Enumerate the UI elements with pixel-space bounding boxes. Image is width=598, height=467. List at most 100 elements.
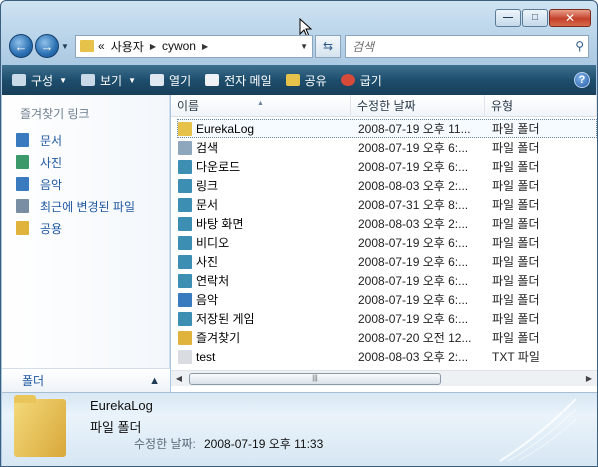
command-bar: 구성 ▼ 보기 ▼ 열기 전자 메일 공유 굽기 ? [2,65,596,95]
search-input[interactable]: 검색 ⚲ [345,34,589,58]
breadcrumb-arrow-icon[interactable]: ▶ [202,42,208,51]
burn-button[interactable]: 굽기 [340,72,382,89]
folders-toggle[interactable]: 폴더 ▲ [2,368,170,392]
favorite-public[interactable]: 공용 [16,217,135,239]
file-row[interactable]: 링크 2008-08-03 오후 2:... 파일 폴더 [177,176,597,195]
folder-icon [178,197,192,212]
file-date: 2008-07-19 오후 6:... [358,141,469,155]
folders-label: 폴더 [22,374,45,388]
file-row[interactable]: 연락처 2008-07-19 오후 6:... 파일 폴더 [177,271,597,290]
views-button[interactable]: 보기 ▼ [81,72,136,89]
folder-icon [80,40,94,52]
details-modified-label: 수정한 날짜: [134,437,196,451]
scroll-left-icon[interactable]: ◀ [171,371,187,387]
share-icon [285,74,300,86]
search-icon[interactable]: ⚲ [575,39,584,53]
favorite-documents[interactable]: 문서 [16,129,135,151]
breadcrumb-arrow-icon[interactable]: ▶ [150,42,156,51]
navigation-pane: 즐겨찾기 링크 문서 사진 음악 최근에 변경된 파일 공용 폴더 ▲ [2,95,170,392]
file-type: TXT 파일 [492,350,540,364]
forward-button[interactable]: → [35,34,59,58]
file-row[interactable]: test 2008-08-03 오후 2:... TXT 파일 [177,347,597,366]
file-date: 2008-07-19 오후 6:... [358,160,469,174]
email-button[interactable]: 전자 메일 [205,72,272,89]
help-button[interactable]: ? [574,72,590,88]
file-name: EurekaLog [196,121,255,136]
folder-icon [178,330,192,345]
column-name[interactable]: 이름 ▲ [171,95,351,117]
file-row[interactable]: 바탕 화면 2008-08-03 오후 2:... 파일 폴더 [177,214,597,233]
breadcrumb-cywon[interactable]: cywon [162,39,196,53]
favorite-label: 음악 [40,177,63,192]
back-button[interactable]: ← [9,34,33,58]
file-date: 2008-07-19 오후 6:... [358,236,469,250]
file-row[interactable]: 사진 2008-07-19 오후 6:... 파일 폴더 [177,252,597,271]
breadcrumb-overflow[interactable]: « [98,39,105,53]
address-dropdown-icon[interactable]: ▼ [300,42,308,51]
favorites-list: 문서 사진 음악 최근에 변경된 파일 공용 [16,129,135,239]
breadcrumb-users[interactable]: 사용자 [111,38,144,55]
file-date: 2008-07-19 오후 6:... [358,312,469,326]
organize-label: 구성 [31,73,54,88]
details-type: 파일 폴더 [90,420,142,435]
column-modified[interactable]: 수정한 날짜 [351,95,485,117]
file-row[interactable]: 다운로드 2008-07-19 오후 6:... 파일 폴더 [177,157,597,176]
favorite-label: 사진 [40,155,63,170]
file-date: 2008-07-19 오후 11... [358,122,471,136]
file-row[interactable]: 음악 2008-07-19 오후 6:... 파일 폴더 [177,290,597,309]
file-name-cell: 저장된 게임 [178,310,352,327]
favorite-music[interactable]: 음악 [16,173,135,195]
maximize-button[interactable]: □ [522,9,548,27]
file-row[interactable]: 저장된 게임 2008-07-19 오후 6:... 파일 폴더 [177,309,597,328]
close-button[interactable]: ✕ [549,9,591,27]
folder-icon [178,121,192,136]
refresh-button[interactable]: ⇆ [315,34,341,58]
file-type: 파일 폴더 [492,312,540,326]
favorite-label: 문서 [40,133,63,148]
documents-icon [16,133,29,147]
file-name-cell: 음악 [178,291,352,308]
file-name-cell: 연락처 [178,272,352,289]
favorite-pictures[interactable]: 사진 [16,151,135,173]
file-type: 파일 폴더 [492,293,540,307]
views-icon [81,74,96,86]
file-date: 2008-07-31 오후 8:... [358,198,469,212]
scroll-thumb[interactable]: ||| [189,372,441,385]
file-name: 바탕 화면 [196,217,244,231]
folder-icon [178,292,192,307]
column-modified-label: 수정한 날짜 [357,99,416,113]
file-row[interactable]: EurekaLog 2008-07-19 오후 11... 파일 폴더 [177,119,597,138]
column-type[interactable]: 유형 [485,95,597,117]
favorite-recent-files[interactable]: 최근에 변경된 파일 [16,195,135,217]
file-name-cell: 문서 [178,196,352,213]
history-dropdown-icon[interactable]: ▼ [61,42,71,51]
file-row[interactable]: 문서 2008-07-31 오후 8:... 파일 폴더 [177,195,597,214]
address-bar[interactable]: « 사용자 ▶ cywon ▶ ▼ [75,34,313,58]
file-date: 2008-08-03 오후 2:... [358,179,469,193]
file-type: 파일 폴더 [492,160,540,174]
folder-icon [178,159,192,174]
minimize-button[interactable]: — [495,9,521,27]
details-name: EurekaLog [90,398,153,413]
file-date: 2008-07-19 오후 6:... [358,274,469,288]
file-row[interactable]: 검색 2008-07-19 오후 6:... 파일 폴더 [177,138,597,157]
file-name-cell: 즐겨찾기 [178,329,352,346]
file-name: 검색 [196,141,219,155]
scroll-track[interactable]: ||| [187,372,581,386]
file-row[interactable]: 즐겨찾기 2008-07-20 오전 12... 파일 폴더 [177,328,597,347]
file-name-cell: 비디오 [178,234,352,251]
open-button[interactable]: 열기 [150,72,191,89]
navigation-bar: ← → ▼ « 사용자 ▶ cywon ▶ ▼ ⇆ 검색 ⚲ [9,33,589,59]
file-name-cell: 검색 [178,139,352,156]
file-name: 사진 [196,255,219,269]
file-name-cell: 링크 [178,177,352,194]
share-button[interactable]: 공유 [285,72,327,89]
file-name: test [196,349,216,364]
file-row[interactable]: 비디오 2008-07-19 오후 6:... 파일 폴더 [177,233,597,252]
scroll-right-icon[interactable]: ▶ [581,371,597,387]
organize-button[interactable]: 구성 ▼ [12,72,67,89]
horizontal-scrollbar[interactable]: ◀ ||| ▶ [171,370,597,386]
column-header: 이름 ▲ 수정한 날짜 유형 [171,95,597,117]
public-folder-icon [16,221,29,235]
file-type: 파일 폴더 [492,198,540,212]
